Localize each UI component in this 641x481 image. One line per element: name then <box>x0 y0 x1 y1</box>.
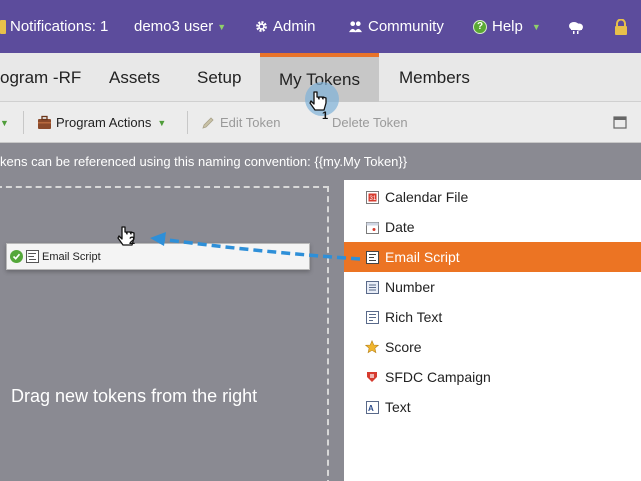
maximize-icon <box>613 116 627 129</box>
notification-icon <box>0 19 6 34</box>
token-label: Number <box>385 279 435 295</box>
toolbar-divider <box>23 111 24 134</box>
toolbar: ▼ Program Actions ▼ Edit Token Delete To… <box>0 102 641 143</box>
user-name: demo3 user <box>134 18 214 35</box>
edit-token-label: Edit Token <box>220 115 281 130</box>
cloud-icon <box>569 21 583 34</box>
tab-label: Setup <box>197 67 242 87</box>
top-navigation-bar: Notifications: 1 demo3 user ▼ Admin Comm… <box>0 0 641 53</box>
community-label: Community <box>368 18 444 35</box>
score-icon <box>365 340 379 354</box>
tab-label: Assets <box>109 67 161 87</box>
edit-token-button[interactable]: Edit Token <box>201 102 280 143</box>
date-icon <box>365 220 379 234</box>
tab-members[interactable]: Members <box>399 53 470 102</box>
help-icon: ? <box>473 19 487 34</box>
token-label: Rich Text <box>385 309 443 325</box>
chevron-down-icon: ▼ <box>217 21 227 32</box>
cloud-button[interactable] <box>566 0 586 53</box>
tab-label: My Tokens <box>279 69 360 89</box>
chevron-down-icon: ▼ <box>531 21 541 32</box>
token-label: Date <box>385 219 415 235</box>
token-label: SFDC Campaign <box>385 369 491 385</box>
number-icon <box>365 280 379 294</box>
gear-icon <box>256 21 267 32</box>
token-label: Calendar File <box>385 189 469 205</box>
pencil-icon <box>202 116 214 129</box>
previous-menu-dropdown[interactable]: ▼ <box>0 102 9 143</box>
dragged-token[interactable]: Email Script <box>6 243 310 270</box>
token-item-number[interactable]: Number <box>344 272 641 302</box>
check-icon <box>10 250 23 263</box>
tab-label: Members <box>399 67 470 87</box>
tab-bar: ogram -RF Assets Setup My Tokens Members <box>0 53 641 102</box>
token-item-date[interactable]: Date <box>344 212 641 242</box>
naming-convention-text: kens can be referenced using this naming… <box>0 154 408 169</box>
tab-my-tokens[interactable]: My Tokens <box>260 53 379 102</box>
token-type-list: 31 Calendar File Date Email Script Numbe… <box>344 180 641 481</box>
token-item-calendar-file[interactable]: 31 Calendar File <box>344 182 641 212</box>
email-script-icon <box>26 250 39 263</box>
notifications-link[interactable]: Notifications: 1 <box>0 0 108 53</box>
email-script-icon <box>365 250 379 264</box>
delete-token-label: Delete Token <box>332 115 408 130</box>
user-menu[interactable]: demo3 user ▼ <box>134 0 226 53</box>
lock-button[interactable] <box>614 0 628 53</box>
help-label: Help <box>492 18 523 35</box>
program-actions-label: Program Actions <box>56 115 152 130</box>
token-drop-area[interactable]: Email Script Drag new tokens from the ri… <box>0 180 344 481</box>
chevron-down-icon: ▼ <box>157 117 167 128</box>
sfdc-campaign-icon <box>365 370 379 384</box>
tab-assets[interactable]: Assets <box>109 53 160 102</box>
tab-label: ogram -RF <box>0 67 82 87</box>
token-item-sfdc-campaign[interactable]: SFDC Campaign <box>344 362 641 392</box>
calendar-file-icon: 31 <box>365 190 379 204</box>
delete-token-button[interactable]: Delete Token <box>314 102 408 143</box>
drop-zone-border <box>0 186 329 481</box>
token-item-email-script[interactable]: Email Script <box>344 242 641 272</box>
tab-setup[interactable]: Setup <box>197 53 241 102</box>
briefcase-icon <box>38 115 51 129</box>
token-item-rich-text[interactable]: Rich Text <box>344 302 641 332</box>
admin-label: Admin <box>273 18 316 35</box>
help-menu[interactable]: ? Help ▼ <box>473 0 541 53</box>
lock-icon <box>615 18 627 35</box>
token-label: Email Script <box>385 249 460 265</box>
tab-program[interactable]: ogram -RF <box>0 53 81 102</box>
maximize-button[interactable] <box>613 102 627 143</box>
community-link[interactable]: Community <box>348 0 444 53</box>
text-icon: A <box>365 400 379 414</box>
token-label: Text <box>385 399 411 415</box>
notifications-label: Notifications: 1 <box>10 18 109 35</box>
dragged-token-label: Email Script <box>42 250 101 263</box>
program-actions-button[interactable]: Program Actions ▼ <box>37 102 166 143</box>
token-label: Score <box>385 339 422 355</box>
token-item-text[interactable]: A Text <box>344 392 641 422</box>
community-icon <box>349 21 362 33</box>
chevron-down-icon: ▼ <box>0 117 9 128</box>
drop-hint-text: Drag new tokens from the right <box>11 386 258 406</box>
token-item-score[interactable]: Score <box>344 332 641 362</box>
rich-text-icon <box>365 310 379 324</box>
naming-convention-banner: kens can be referenced using this naming… <box>0 143 641 180</box>
toolbar-divider <box>187 111 188 134</box>
admin-link[interactable]: Admin <box>255 0 316 53</box>
svg-text:31: 31 <box>369 196 376 202</box>
svg-text:A: A <box>368 404 374 413</box>
